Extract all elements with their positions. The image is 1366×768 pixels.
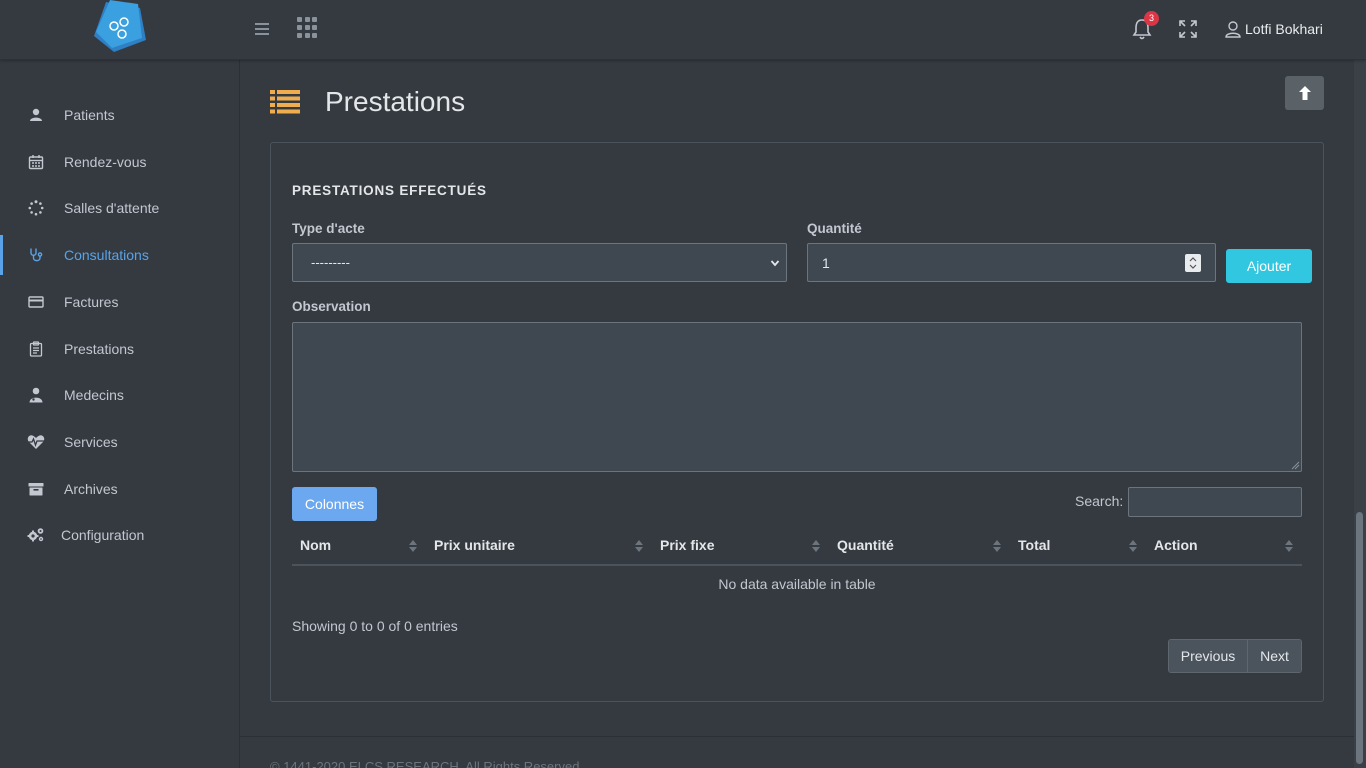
card-title: PRESTATIONS EFFECTUÉS bbox=[292, 183, 487, 198]
quantite-input[interactable]: 1 bbox=[807, 243, 1216, 282]
sidebar-item-factures[interactable]: Factures bbox=[0, 282, 239, 322]
sort-icon[interactable] bbox=[1285, 539, 1293, 553]
resize-grip-icon[interactable] bbox=[1290, 460, 1300, 470]
doctor-icon bbox=[27, 386, 45, 404]
notification-badge: 3 bbox=[1144, 11, 1159, 26]
table-empty-message: No data available in table bbox=[718, 576, 876, 592]
column-header-total[interactable]: Total bbox=[1018, 537, 1050, 553]
chevron-down-icon bbox=[770, 260, 780, 267]
footer-divider bbox=[240, 736, 1354, 737]
quantity-stepper[interactable] bbox=[1185, 254, 1201, 272]
sidebar-item-archives[interactable]: Archives bbox=[0, 469, 239, 509]
sort-icon[interactable] bbox=[1129, 539, 1137, 553]
scroll-to-top-button[interactable] bbox=[1285, 76, 1324, 110]
sidebar-item-consultations[interactable]: Consultations bbox=[0, 235, 239, 275]
page-title: Prestations bbox=[325, 86, 466, 117]
heartbeat-icon bbox=[27, 433, 45, 451]
sidebar-item-services[interactable]: Services bbox=[0, 422, 239, 462]
apps-grid-icon[interactable] bbox=[297, 17, 319, 39]
user-name: Lotfi Bokhari bbox=[1245, 21, 1323, 37]
user-menu[interactable]: Lotfi Bokhari bbox=[1225, 18, 1323, 40]
sidebar-item-label: Prestations bbox=[64, 341, 135, 357]
sidebar: Patients Rendez-vous Salles d'attente Co… bbox=[0, 60, 240, 768]
pagination: Previous Next bbox=[1168, 639, 1302, 673]
arrow-up-icon bbox=[1298, 86, 1311, 100]
column-header-quantite[interactable]: Quantité bbox=[837, 537, 894, 553]
calendar-icon bbox=[27, 153, 45, 171]
sort-icon[interactable] bbox=[635, 539, 643, 553]
sidebar-item-label: Rendez-vous bbox=[64, 154, 147, 170]
archive-icon bbox=[27, 480, 45, 498]
user-icon bbox=[27, 106, 45, 124]
sidebar-item-label: Factures bbox=[64, 294, 119, 310]
menu-toggle-icon[interactable] bbox=[252, 20, 272, 38]
sidebar-item-label: Configuration bbox=[61, 527, 145, 543]
stethoscope-icon bbox=[27, 246, 45, 264]
spinner-icon bbox=[27, 199, 45, 217]
quantite-label: Quantité bbox=[807, 221, 862, 236]
sidebar-item-medecins[interactable]: Medecins bbox=[0, 375, 239, 415]
gears-icon bbox=[27, 526, 45, 544]
column-header-nom[interactable]: Nom bbox=[300, 537, 331, 553]
sidebar-item-label: Consultations bbox=[64, 247, 149, 263]
sidebar-item-label: Services bbox=[64, 434, 118, 450]
sidebar-item-configuration[interactable]: Configuration bbox=[0, 515, 239, 555]
app-logo[interactable] bbox=[92, 0, 148, 56]
column-header-prix-fixe[interactable]: Prix fixe bbox=[660, 537, 714, 553]
sidebar-item-label: Medecins bbox=[64, 387, 124, 403]
table-header-divider bbox=[292, 564, 1302, 566]
type-acte-select[interactable]: --------- bbox=[292, 243, 787, 282]
top-navbar: 3 Lotfi Bokhari bbox=[0, 0, 1366, 60]
user-outline-icon bbox=[1225, 21, 1241, 38]
sidebar-item-salles-attente[interactable]: Salles d'attente bbox=[0, 188, 239, 228]
sidebar-item-rendez-vous[interactable]: Rendez-vous bbox=[0, 142, 239, 182]
sidebar-item-label: Archives bbox=[64, 481, 118, 497]
table-info: Showing 0 to 0 of 0 entries bbox=[292, 618, 458, 634]
sort-icon[interactable] bbox=[812, 539, 820, 553]
fullscreen-icon[interactable] bbox=[1178, 19, 1198, 39]
list-icon bbox=[270, 90, 300, 114]
sidebar-item-patients[interactable]: Patients bbox=[0, 95, 239, 135]
search-label: Search: bbox=[1075, 493, 1124, 509]
next-button[interactable]: Next bbox=[1248, 640, 1301, 672]
quantite-value: 1 bbox=[822, 255, 830, 271]
sort-icon[interactable] bbox=[409, 539, 417, 553]
observation-label: Observation bbox=[292, 299, 371, 314]
sidebar-item-label: Salles d'attente bbox=[64, 200, 160, 216]
ajouter-button[interactable]: Ajouter bbox=[1226, 249, 1312, 283]
column-header-prix-unitaire[interactable]: Prix unitaire bbox=[434, 537, 515, 553]
sort-icon[interactable] bbox=[993, 539, 1001, 553]
footer-copyright: © 1441-2020 ELCS RESEARCH. All Rights Re… bbox=[270, 759, 584, 768]
scrollbar-thumb[interactable] bbox=[1356, 512, 1363, 764]
vertical-scrollbar[interactable] bbox=[1354, 60, 1366, 768]
search-input[interactable] bbox=[1128, 487, 1302, 517]
sidebar-item-prestations[interactable]: Prestations bbox=[0, 329, 239, 369]
credit-card-icon bbox=[27, 293, 45, 311]
clipboard-icon bbox=[27, 340, 45, 358]
observation-textarea[interactable] bbox=[292, 322, 1302, 472]
sidebar-item-label: Patients bbox=[64, 107, 115, 123]
previous-button[interactable]: Previous bbox=[1169, 640, 1248, 672]
column-header-action[interactable]: Action bbox=[1154, 537, 1198, 553]
type-acte-label: Type d'acte bbox=[292, 221, 365, 236]
type-acte-value: --------- bbox=[311, 255, 350, 270]
colonnes-button[interactable]: Colonnes bbox=[292, 487, 377, 521]
